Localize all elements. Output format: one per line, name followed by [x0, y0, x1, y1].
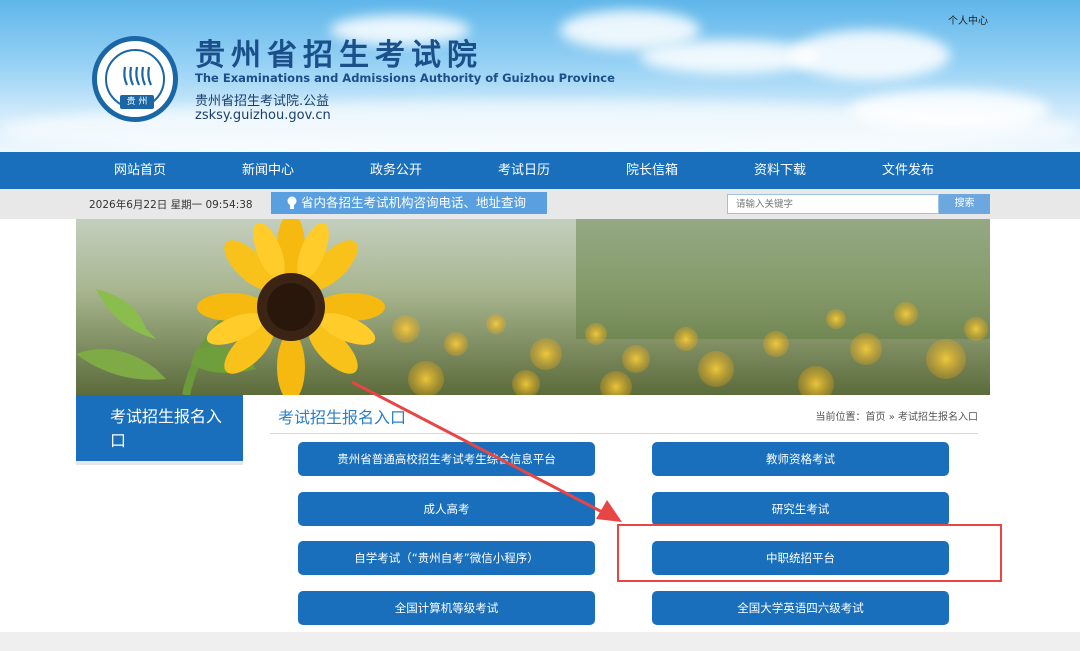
nav-item-home[interactable]: 网站首页 [76, 152, 204, 189]
banner-image [76, 219, 990, 395]
page: 个人中心 贵 州 贵州省招生考试院 The Examinations and A… [0, 0, 1080, 651]
entry-button-teacher-qualification[interactable]: 教师资格考试 [652, 442, 949, 476]
entry-button-self-study-exam[interactable]: 自学考试（“贵州自考”微信小程序） [298, 541, 595, 575]
notice-text: 省内各招生考试机构咨询电话、地址查询 [301, 195, 527, 210]
nav-item-documents[interactable]: 文件发布 [844, 152, 972, 189]
site-logo[interactable]: 贵 州 [92, 36, 178, 122]
site-header: 个人中心 贵 州 贵州省招生考试院 The Examinations and A… [0, 0, 1080, 152]
nav-item-exam-calendar[interactable]: 考试日历 [460, 152, 588, 189]
footer-strip [0, 632, 1080, 651]
nav-item-mailbox[interactable]: 院长信箱 [588, 152, 716, 189]
nav-item-downloads[interactable]: 资料下载 [716, 152, 844, 189]
search-input[interactable] [727, 194, 939, 214]
entry-button-adult-college-exam[interactable]: 成人高考 [298, 492, 595, 526]
sidebar-title: 考试招生报名入口 [76, 395, 243, 461]
logo-ring: 贵 州 [105, 49, 165, 109]
highlight-box [617, 524, 1002, 582]
sunflower-field-image [76, 219, 990, 395]
breadcrumb: 当前位置：首页 » 考试招生报名入口 [815, 412, 978, 423]
nav-item-government[interactable]: 政务公开 [332, 152, 460, 189]
current-datetime: 2026年6月22日 星期一 09:54:38 [89, 199, 253, 211]
site-subtitle: 贵州省招生考试院.公益 [195, 94, 330, 109]
entry-button-computer-rank-exam[interactable]: 全国计算机等级考试 [298, 591, 595, 625]
cloud-decoration [790, 30, 950, 80]
section-divider [270, 433, 978, 434]
logo-waves-icon [123, 66, 152, 86]
entry-button-college-admission-platform[interactable]: 贵州省普通高校招生考试考生综合信息平台 [298, 442, 595, 476]
site-title: 贵州省招生考试院 [195, 38, 483, 73]
logo-city-label: 贵 州 [120, 95, 154, 109]
bulb-icon [287, 196, 297, 209]
user-center-link[interactable]: 个人中心 [948, 12, 988, 27]
sidebar-title-shadow [76, 461, 243, 465]
nav-item-news[interactable]: 新闻中心 [204, 152, 332, 189]
entry-button-graduate-exam[interactable]: 研究生考试 [652, 492, 949, 526]
site-title-english: The Examinations and Admissions Authorit… [195, 71, 615, 85]
entry-button-cet-exam[interactable]: 全国大学英语四六级考试 [652, 591, 949, 625]
search-button[interactable]: 搜索 [939, 194, 990, 214]
notice-link[interactable]: 省内各招生考试机构咨询电话、地址查询 [271, 192, 547, 214]
section-title: 考试招生报名入口 [278, 408, 407, 427]
main-nav: 网站首页 新闻中心 政务公开 考试日历 院长信箱 资料下载 文件发布 [0, 152, 1080, 189]
info-bar: 2026年6月22日 星期一 09:54:38 省内各招生考试机构咨询电话、地址… [0, 189, 1080, 219]
site-domain: zsksy.guizhou.gov.cn [195, 108, 331, 123]
